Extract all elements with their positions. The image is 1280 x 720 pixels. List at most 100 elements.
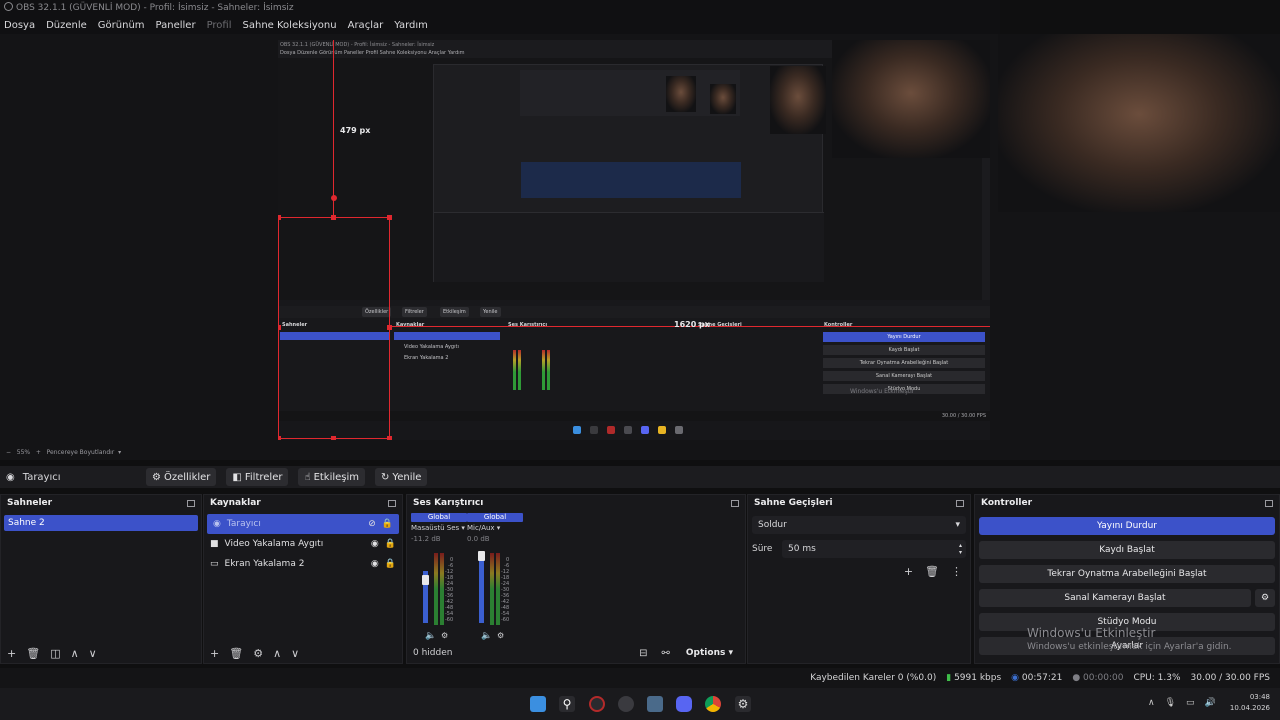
fit-to-window[interactable]: Pencereye Boyutlandır (47, 449, 115, 456)
nested-ctrl-replay: Tekrar Oynatma Arabelleğini Başlat (823, 358, 985, 368)
guide-dot (331, 195, 337, 201)
spin-arrows-icon[interactable]: ▴ ▾ (959, 542, 962, 556)
gear-icon[interactable]: ⚙ (253, 647, 263, 660)
speaker-icon[interactable]: 🔈 (425, 631, 436, 641)
properties-label: Özellikler (163, 471, 211, 483)
trash-icon[interactable]: 🗑 (229, 647, 243, 660)
undock-icon[interactable] (956, 499, 964, 507)
link-icon[interactable]: ⚯ (662, 648, 670, 659)
gear-icon[interactable]: ⚙ (441, 631, 448, 640)
scene-item[interactable]: Sahne 2 (4, 515, 198, 531)
stop-stream-button[interactable]: Yayını Durdur (979, 517, 1275, 535)
interact-button[interactable]: ☝ Etkileşim (298, 468, 366, 486)
start-virtual-camera-button[interactable]: Sanal Kamerayı Başlat (979, 589, 1251, 607)
menu-docks[interactable]: Paneller (156, 20, 196, 31)
mixer-channel-name[interactable]: Mic/Aux ▾ (467, 524, 523, 532)
handle-bottom-left[interactable] (278, 436, 281, 440)
eye-icon[interactable]: ◉ (371, 539, 379, 549)
source-toolbar: ◉ Tarayıcı ⚙ Özellikler ◧ Filtreler ☝ Etkil… (0, 466, 1280, 488)
start-recording-button[interactable]: Kaydı Başlat (979, 541, 1275, 559)
source-item-screen-capture[interactable]: ▭ Ekran Yakalama 2 ◉ 🔒 (204, 554, 402, 574)
nested-btn-interact: Etkileşim (440, 307, 469, 317)
handle-bottom-right[interactable] (387, 436, 392, 440)
volume-knob[interactable] (422, 575, 429, 585)
move-down-icon[interactable]: ∨ (89, 647, 97, 660)
add-icon[interactable]: + (7, 647, 16, 660)
chrome-icon[interactable] (705, 696, 721, 712)
lock-icon[interactable]: 🔒 (382, 519, 393, 529)
eye-hidden-icon[interactable]: ⊘ (368, 519, 376, 529)
filter-icon[interactable]: ◫ (50, 647, 60, 660)
hidden-count[interactable]: 0 hidden (413, 648, 452, 658)
search-icon[interactable]: ⚲ (559, 696, 575, 712)
volume-slider[interactable] (479, 555, 484, 623)
menu-file[interactable]: Dosya (4, 20, 35, 31)
zoom-level: 55% (16, 449, 31, 456)
mic-icon[interactable]: 🎙 (1165, 698, 1176, 708)
network-app-icon[interactable] (647, 696, 663, 712)
add-icon[interactable]: + (904, 565, 913, 578)
eye-icon[interactable]: ◉ (371, 559, 379, 569)
lock-icon[interactable]: 🔒 (385, 539, 396, 549)
refresh-button[interactable]: ↻ Yenile (375, 468, 428, 486)
windows-start-icon[interactable] (530, 696, 546, 712)
app-taskbar-icon[interactable] (618, 696, 634, 712)
menu-tools[interactable]: Araçlar (348, 20, 384, 31)
sources-header: Kaynaklar (204, 495, 402, 511)
add-icon[interactable]: + (210, 647, 219, 660)
undock-icon[interactable] (187, 499, 195, 507)
handle-top-middle[interactable] (331, 215, 336, 220)
handle-middle-right[interactable] (387, 325, 392, 330)
handle-bottom-middle[interactable] (331, 436, 336, 440)
taskbar-clock[interactable]: 03:48 10.04.2026 (1230, 692, 1270, 714)
source-item-browser[interactable]: ◉ Tarayıcı ⊘ 🔒 (207, 514, 399, 534)
start-replay-buffer-button[interactable]: Tekrar Oynatma Arabelleğini Başlat (979, 565, 1275, 583)
move-down-icon[interactable]: ∨ (291, 647, 299, 660)
undock-icon[interactable] (1265, 499, 1273, 507)
menu-scene-collection[interactable]: Sahne Koleksiyonu (243, 20, 337, 31)
trash-icon[interactable]: 🗑 (925, 565, 939, 578)
camera-icon: ■ (210, 539, 219, 549)
nested-webcam-small2 (710, 84, 736, 114)
obs-taskbar-icon[interactable] (589, 696, 605, 712)
duration-spinbox[interactable]: 50 ms ▴ ▾ (782, 540, 966, 558)
nested-ctrl-stop-stream: Yayını Durdur (823, 332, 985, 342)
move-up-icon[interactable]: ∧ (71, 647, 79, 660)
layout-icon[interactable]: ⊟ (639, 648, 647, 659)
lock-icon[interactable]: 🔒 (385, 559, 396, 569)
discord-icon[interactable] (676, 696, 692, 712)
zoom-out-icon[interactable]: − (6, 449, 11, 456)
gear-icon[interactable]: ⚙ (735, 696, 751, 712)
gear-icon[interactable]: ⚙ (1255, 589, 1275, 607)
zoom-in-icon[interactable]: + (36, 449, 41, 456)
speaker-icon[interactable]: 🔈 (481, 631, 492, 641)
options-button[interactable]: Options ▾ (686, 648, 733, 658)
handle-top-left[interactable] (278, 215, 281, 220)
gear-icon[interactable]: ⚙ (497, 631, 504, 640)
trash-icon[interactable]: 🗑 (26, 647, 40, 660)
menu-view[interactable]: Görünüm (98, 20, 145, 31)
chevron-down-icon[interactable]: ▾ (118, 449, 121, 456)
more-icon[interactable]: ⋮ (951, 565, 962, 578)
stream-time-value: 00:57:21 (1021, 673, 1063, 683)
menu-profile[interactable]: Profil (207, 20, 232, 31)
selection-bounding-box[interactable] (278, 217, 390, 439)
tray-chevron-icon[interactable]: ∧ (1148, 698, 1155, 708)
transition-select[interactable]: Soldur ▾ (752, 516, 966, 534)
undock-icon[interactable] (388, 499, 396, 507)
display-icon[interactable]: ▭ (1186, 698, 1195, 708)
volume-knob[interactable] (478, 551, 485, 561)
properties-button[interactable]: ⚙ Özellikler (146, 468, 217, 486)
guide-vertical (333, 40, 334, 198)
volume-icon[interactable]: 🔊 (1205, 698, 1216, 708)
handle-middle-left[interactable] (278, 325, 281, 330)
preview-area[interactable]: OBS 32.1.1 (GÜVENLİ MOD) - Profil: İsims… (0, 34, 1280, 460)
undock-icon[interactable] (731, 499, 739, 507)
handle-top-right[interactable] (387, 215, 392, 220)
filters-button[interactable]: ◧ Filtreler (226, 468, 289, 486)
mixer-channel-name[interactable]: Masaüstü Ses ▾ (411, 524, 467, 532)
source-item-video-capture[interactable]: ■ Video Yakalama Aygıtı ◉ 🔒 (204, 534, 402, 554)
menu-edit[interactable]: Düzenle (46, 20, 87, 31)
menu-help[interactable]: Yardım (394, 20, 428, 31)
move-up-icon[interactable]: ∧ (273, 647, 281, 660)
